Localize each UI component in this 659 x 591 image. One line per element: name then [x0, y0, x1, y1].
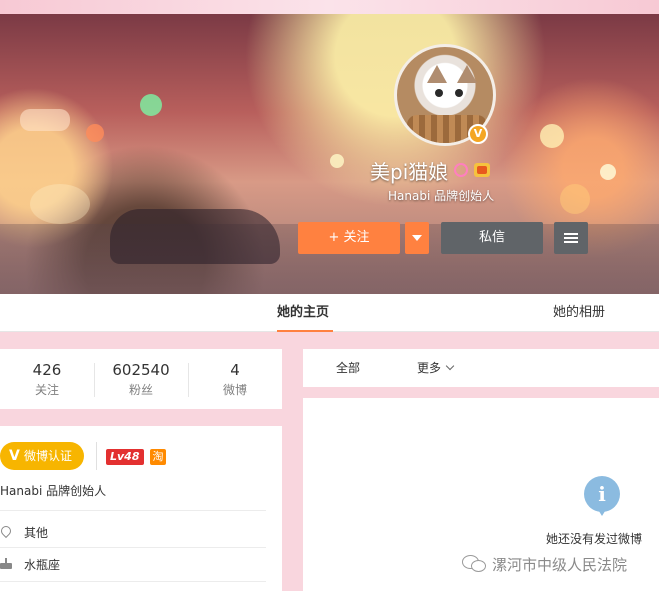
- stat-followers[interactable]: 602540 粉丝: [94, 349, 188, 409]
- stat-label: 关注: [34, 383, 59, 397]
- zodiac-text: 水瓶座: [24, 557, 61, 572]
- stats-panel: 426 关注 602540 粉丝 4 微博: [0, 349, 282, 409]
- profile-description: Hanabi 品牌创始人: [0, 484, 107, 498]
- verify-label: 微博认证: [24, 449, 73, 463]
- birthday-cake-icon: [0, 558, 12, 570]
- banner-bokeh: [86, 124, 104, 142]
- chevron-down-icon: [445, 361, 455, 371]
- filter-more-label: 更多: [417, 361, 442, 375]
- tab-album[interactable]: 她的相册: [553, 294, 605, 332]
- divider: [0, 510, 266, 511]
- menu-icon: [564, 237, 578, 239]
- top-strip: [0, 0, 659, 14]
- banner-bokeh: [330, 154, 344, 168]
- zodiac-row: 水瓶座: [0, 554, 60, 574]
- profile-name: 美pi猫娘: [370, 159, 449, 184]
- stat-value: 4: [230, 361, 240, 379]
- cat-ear: [457, 65, 477, 83]
- weibo-verify-badge[interactable]: V 微博认证: [0, 442, 84, 470]
- cat-ear: [427, 65, 447, 83]
- filter-all[interactable]: 全部: [336, 349, 360, 387]
- stat-label: 粉丝: [128, 383, 153, 397]
- follow-button[interactable]: + 关注: [298, 222, 400, 254]
- location-pin-icon: [0, 526, 10, 538]
- stat-value: 602540: [112, 361, 170, 379]
- stat-posts[interactable]: 4 微博: [188, 349, 282, 409]
- info-icon: i: [584, 476, 620, 512]
- banner-bokeh: [560, 184, 590, 214]
- follow-dropdown-button[interactable]: [405, 222, 429, 254]
- banner-car: [110, 209, 280, 264]
- wechat-icon: [462, 555, 486, 573]
- banner-bokeh: [20, 109, 70, 131]
- menu-icon: [564, 241, 578, 243]
- empty-feed-text: 她还没有发过微博: [546, 532, 643, 546]
- profile-tabbar: 她的主页 她的相册: [0, 294, 659, 332]
- taobao-icon[interactable]: 淘: [150, 449, 166, 465]
- feed-filter-bar: 全部 更多: [303, 349, 659, 387]
- verified-v-icon: V: [468, 124, 488, 144]
- caret-down-icon: [412, 235, 422, 241]
- location-row: 其他: [0, 522, 48, 542]
- filter-more[interactable]: 更多: [417, 349, 455, 387]
- cat-eye: [435, 89, 443, 97]
- profile-subtitle: Hanabi 品牌创始人: [388, 189, 495, 203]
- message-button[interactable]: 私信: [441, 222, 543, 254]
- divider: [0, 547, 266, 548]
- watermark-text: 漯河市中级人民法院: [492, 555, 628, 574]
- profile-name-row: 美pi猫娘: [370, 156, 491, 184]
- more-menu-button[interactable]: [554, 222, 588, 254]
- cat-eye: [455, 89, 463, 97]
- watermark: 漯河市中级人民法院: [462, 552, 627, 576]
- vip-crown-icon[interactable]: [474, 163, 491, 177]
- profile-info-panel: V 微博认证 Lv48 淘 Hanabi 品牌创始人 其他 水瓶座: [0, 426, 282, 591]
- banner-bokeh: [600, 164, 616, 180]
- menu-icon: [564, 233, 578, 235]
- banner-bokeh: [140, 94, 162, 116]
- stat-value: 426: [32, 361, 62, 379]
- divider: [0, 581, 266, 582]
- tab-home[interactable]: 她的主页: [277, 294, 334, 332]
- female-icon: [454, 163, 469, 177]
- banner-bokeh: [30, 184, 90, 224]
- stat-label: 微博: [222, 383, 247, 397]
- info-icon-tail: [597, 508, 607, 516]
- verify-v-icon: V: [9, 448, 20, 464]
- banner-bokeh: [540, 124, 564, 148]
- divider: [96, 442, 97, 470]
- stat-following[interactable]: 426 关注: [0, 349, 94, 409]
- location-text: 其他: [24, 525, 49, 540]
- level-badge[interactable]: Lv48: [106, 449, 144, 465]
